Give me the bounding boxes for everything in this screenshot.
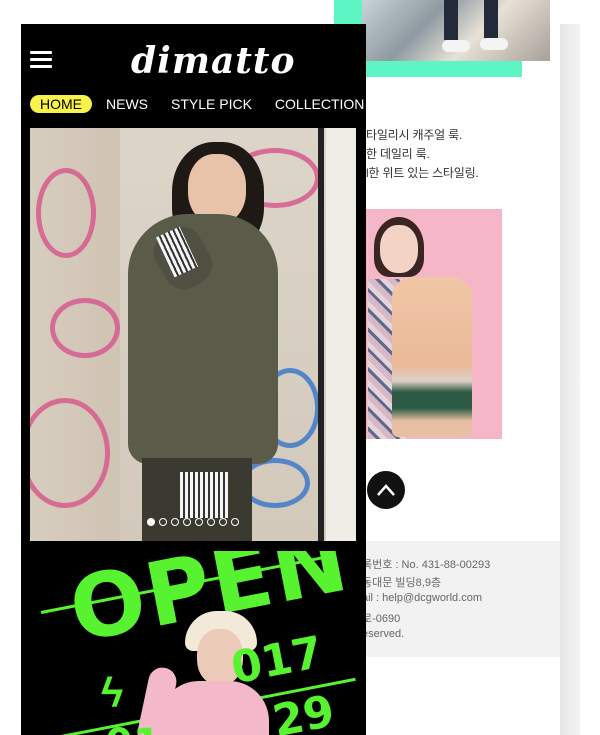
background-shadow [560, 24, 580, 735]
footer-email: ail : help@dcgworld.com [362, 592, 482, 604]
slider-dot[interactable] [171, 518, 179, 526]
background-text-line-2: 한 데일리 룩. [366, 147, 430, 161]
footer-business-number: 록번호 : No. 431-88-00293 [362, 559, 491, 571]
nav-item-home[interactable]: HOME [30, 95, 92, 113]
footer-address: 동대문 빌딩8,9층 [362, 577, 442, 589]
background-text-line-3: l한 위트 있는 스타일링. [366, 166, 479, 180]
brand-logo[interactable]: dimatto [131, 38, 295, 84]
scroll-top-button[interactable] [367, 471, 405, 509]
background-text-line-1: 타일리시 캐주얼 룩. [366, 128, 463, 142]
footer-phone: 로-0690 [362, 613, 401, 625]
chevron-up-icon [377, 484, 395, 496]
background-product-photo [366, 209, 502, 439]
slider-dot[interactable] [183, 518, 191, 526]
open-promo-banner[interactable]: OPEN ϟ 017 29 01 [21, 551, 366, 735]
promo-month: 01 [105, 721, 161, 735]
slider-dot[interactable] [219, 518, 227, 526]
nav-item-collection[interactable]: COLLECTION [275, 95, 364, 113]
slider-dot[interactable] [231, 518, 239, 526]
hero-slide-image[interactable] [30, 128, 356, 541]
nav-item-style-pick[interactable]: STYLE PICK [171, 95, 252, 113]
slider-dot[interactable] [195, 518, 203, 526]
mobile-app-screen: dimatto HOME NEWS STYLE PICK COLLECTION … [21, 24, 366, 735]
lightning-bolt-icon: ϟ [101, 669, 124, 716]
main-nav: HOME NEWS STYLE PICK COLLECTION W [30, 94, 366, 114]
slider-dot[interactable] [147, 518, 155, 526]
hamburger-icon[interactable] [30, 51, 52, 69]
footer-copyright: eserved. [362, 628, 405, 640]
nav-item-news[interactable]: NEWS [106, 95, 148, 113]
slider-dot[interactable] [207, 518, 215, 526]
background-top-photo [362, 0, 550, 61]
slider-pagination [147, 518, 239, 526]
slider-dot[interactable] [159, 518, 167, 526]
